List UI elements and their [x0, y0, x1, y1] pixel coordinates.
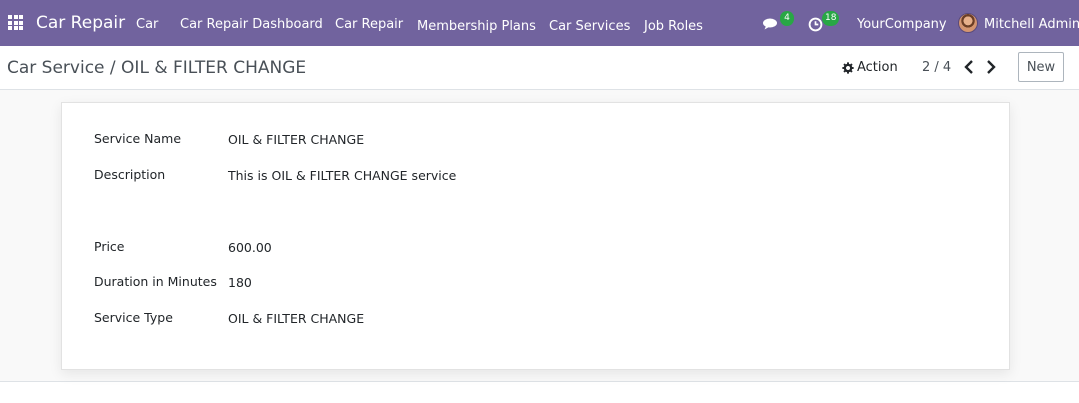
form-sheet: Service Name OIL & FILTER CHANGE Descrip… — [61, 102, 1010, 370]
pager-value[interactable]: 2 / 4 — [922, 60, 951, 75]
field-label: Service Type — [94, 310, 173, 325]
gear-icon — [842, 61, 854, 74]
field-service-type: Service Type OIL & FILTER CHANGE — [94, 310, 974, 332]
action-menu[interactable]: Action — [842, 60, 898, 75]
field-value[interactable]: 180 — [228, 275, 252, 290]
user-menu[interactable]: Mitchell Admin — [984, 17, 1079, 32]
field-value[interactable]: 600.00 — [228, 240, 272, 255]
menu-car-repair-dashboard[interactable]: Car Repair Dashboard — [180, 17, 323, 32]
field-label: Service Name — [94, 131, 182, 146]
chevron-right-icon[interactable] — [984, 59, 998, 75]
apps-grid-icon[interactable] — [8, 15, 23, 30]
form-view: Service Name OIL & FILTER CHANGE Descrip… — [0, 90, 1079, 382]
app-brand[interactable]: Car Repair — [36, 13, 125, 33]
field-price: Price 600.00 — [94, 239, 974, 261]
field-service-name: Service Name OIL & FILTER CHANGE — [94, 131, 974, 153]
activities-badge: 18 — [822, 11, 840, 26]
company-switcher[interactable]: YourCompany — [857, 17, 947, 32]
field-label: Price — [94, 239, 125, 254]
field-value[interactable]: OIL & FILTER CHANGE — [228, 311, 364, 326]
field-duration: Duration in Minutes 180 — [94, 274, 974, 296]
clock-icon[interactable] — [808, 17, 823, 32]
menu-membership-plans[interactable]: Membership Plans — [417, 19, 536, 34]
menu-car[interactable]: Car — [136, 17, 158, 32]
menu-car-services[interactable]: Car Services — [549, 19, 630, 34]
menu-car-repair[interactable]: Car Repair — [335, 17, 403, 32]
action-label: Action — [857, 60, 898, 75]
chevron-left-icon[interactable] — [962, 59, 976, 75]
field-description: Description This is OIL & FILTER CHANGE … — [94, 167, 974, 189]
menu-job-roles[interactable]: Job Roles — [644, 19, 703, 34]
avatar[interactable] — [958, 13, 978, 33]
field-value[interactable]: OIL & FILTER CHANGE — [228, 132, 364, 147]
breadcrumb[interactable]: Car Service / OIL & FILTER CHANGE — [7, 58, 306, 78]
chat-icon[interactable] — [763, 18, 779, 30]
control-panel: Car Service / OIL & FILTER CHANGE Action… — [0, 46, 1079, 90]
new-button[interactable]: New — [1018, 52, 1064, 82]
messages-badge: 4 — [780, 11, 794, 26]
top-navbar: Car Repair Car Car Repair Dashboard Car … — [0, 0, 1079, 46]
field-value[interactable]: This is OIL & FILTER CHANGE service — [228, 168, 456, 183]
field-label: Description — [94, 167, 166, 182]
field-label: Duration in Minutes — [94, 274, 217, 289]
